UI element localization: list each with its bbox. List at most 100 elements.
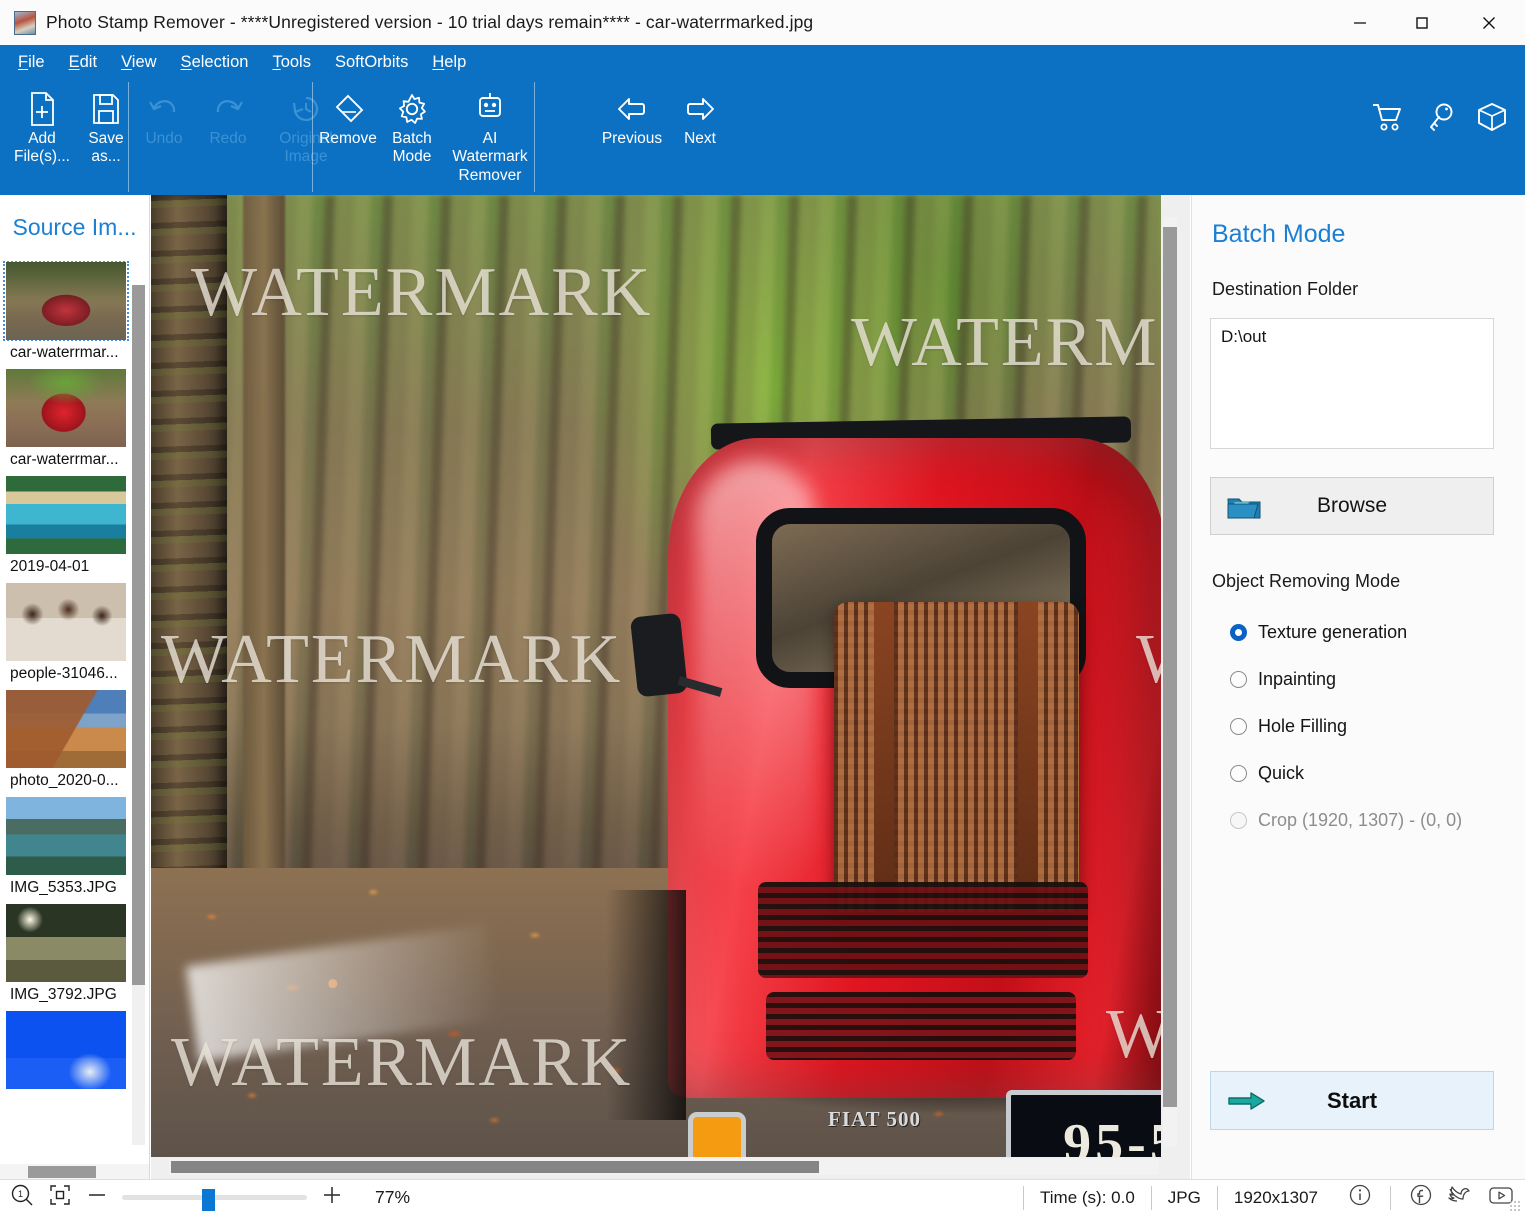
add-files-label: Add File(s)... xyxy=(14,130,70,166)
mode-option-texture-generation[interactable]: Texture generation xyxy=(1210,622,1507,643)
mode-option-inpainting[interactable]: Inpainting xyxy=(1210,669,1507,690)
thumbnail-item-5[interactable]: IMG_5353.JPG xyxy=(4,797,132,902)
redo-label: Redo xyxy=(209,130,247,147)
close-button[interactable] xyxy=(1453,0,1525,45)
thumbnail-item-3[interactable]: people-31046... xyxy=(4,583,132,688)
key-icon[interactable] xyxy=(1425,102,1455,137)
car-fiat-badge: FIAT 500 xyxy=(828,1107,921,1131)
mode-label: Hole Filling xyxy=(1258,716,1348,736)
twitter-icon[interactable] xyxy=(1447,1183,1473,1212)
previous-button[interactable]: Previous xyxy=(600,80,664,148)
sidebar-horizontal-scroll-thumb[interactable] xyxy=(28,1166,96,1178)
mode-label: Texture generation xyxy=(1258,622,1408,642)
thumbnail-image xyxy=(6,690,126,768)
radio-icon[interactable] xyxy=(1230,718,1247,735)
sidebar-title: Source Im... xyxy=(12,214,137,240)
robot-icon xyxy=(473,88,507,130)
menu-softorbits[interactable]: SoftOrbits xyxy=(335,53,408,72)
toolbar-separator-3 xyxy=(534,82,535,192)
car-tail-light xyxy=(688,1112,746,1157)
thumbnail-label: 2019-04-01 xyxy=(10,558,90,575)
mode-option-quick[interactable]: Quick xyxy=(1210,763,1507,784)
maximize-button[interactable] xyxy=(1391,0,1453,45)
canvas-horizontal-scroll-thumb[interactable] xyxy=(171,1161,819,1173)
add-files-button[interactable]: Add File(s)... xyxy=(10,80,74,167)
car-rear-assembly: FIAT 500 95-59 19 NL 69 xyxy=(606,1060,1161,1157)
canvas-vertical-scrollbar[interactable] xyxy=(1163,217,1177,1147)
thumbnail-label: car-waterrmar... xyxy=(10,344,119,361)
facebook-icon[interactable] xyxy=(1409,1183,1433,1212)
thumbnail-item-7[interactable] xyxy=(4,1011,132,1098)
info-icon[interactable] xyxy=(1348,1183,1372,1212)
radio-icon[interactable] xyxy=(1230,671,1247,688)
ai-watermark-remover-label: AI Watermark Remover xyxy=(452,130,528,184)
magnifier-one-icon[interactable]: 1 xyxy=(10,1183,34,1212)
status-icon-group xyxy=(1334,1183,1515,1212)
image-canvas-pane: FIAT 500 95-59 19 NL 69 WATERMARK WATERM xyxy=(151,195,1190,1180)
sidebar-vertical-scroll-thumb[interactable] xyxy=(132,285,145,985)
remove-button[interactable]: Remove xyxy=(316,80,380,148)
thumbnail-list[interactable]: car-waterrmar... car-waterrmar... 2019-0… xyxy=(0,260,149,1140)
batch-mode-button[interactable]: Batch Mode xyxy=(380,80,444,167)
thumbnail-label: car-waterrmar... xyxy=(10,451,119,468)
thumbnail-image xyxy=(6,797,126,875)
menu-bar: FFileile Edit View Selection Tools SoftO… xyxy=(0,45,1525,80)
canvas-vertical-scroll-thumb[interactable] xyxy=(1163,227,1177,1107)
radio-icon[interactable] xyxy=(1230,765,1247,782)
car-engine-grille-upper xyxy=(758,882,1088,978)
cart-icon[interactable] xyxy=(1371,102,1403,137)
zoom-slider-handle[interactable] xyxy=(202,1188,215,1211)
radio-icon[interactable] xyxy=(1230,624,1247,641)
menu-edit[interactable]: Edit xyxy=(69,53,97,72)
zoom-in-button[interactable] xyxy=(321,1184,343,1211)
thumbnail-label xyxy=(4,1089,132,1098)
time-status: Time (s): 0.0 xyxy=(1023,1185,1151,1210)
start-button[interactable]: Start xyxy=(1210,1071,1494,1130)
browse-button-label: Browse xyxy=(1316,494,1388,517)
menu-view[interactable]: View xyxy=(121,53,156,72)
save-as-label: Save as... xyxy=(88,130,124,166)
resize-grip[interactable] xyxy=(1509,1200,1521,1212)
basket-strap-right xyxy=(1018,602,1038,918)
box-icon[interactable] xyxy=(1477,102,1507,137)
thumbnail-item-4[interactable]: photo_2020-0... xyxy=(4,690,132,795)
toolbar: Add File(s)... Save as... Undo Redo Orig… xyxy=(0,80,1525,195)
zoom-slider[interactable] xyxy=(122,1188,307,1211)
radio-icon xyxy=(1230,812,1247,829)
next-button[interactable]: Next xyxy=(668,80,732,148)
minimize-button[interactable] xyxy=(1329,0,1391,45)
app-icon xyxy=(14,10,36,35)
thumbnail-item-1[interactable]: car-waterrmar... xyxy=(4,369,132,474)
ai-watermark-remover-button[interactable]: AI Watermark Remover xyxy=(444,80,536,185)
thumbnail-image xyxy=(6,583,126,661)
menu-file[interactable]: FFileile xyxy=(18,53,45,72)
image-viewport[interactable]: FIAT 500 95-59 19 NL 69 WATERMARK WATERM xyxy=(151,195,1161,1157)
browse-button[interactable]: Browse xyxy=(1210,477,1494,535)
redo-button[interactable]: Redo xyxy=(196,80,260,148)
thumbnail-item-0[interactable]: car-waterrmar... xyxy=(3,261,132,367)
thumbnail-item-6[interactable]: IMG_3792.JPG xyxy=(4,904,132,1009)
window-controls xyxy=(1329,0,1525,45)
zoom-out-button[interactable] xyxy=(86,1184,108,1211)
sidebar-vertical-scrollbar[interactable] xyxy=(132,285,145,1145)
start-button-label: Start xyxy=(1326,1087,1378,1113)
sidebar-horizontal-scrollbar[interactable] xyxy=(0,1164,149,1180)
menu-help[interactable]: Help xyxy=(432,53,466,72)
batch-mode-title: Batch Mode xyxy=(1212,220,1346,248)
fit-to-screen-icon[interactable] xyxy=(48,1183,72,1212)
menu-selection[interactable]: Selection xyxy=(181,53,249,72)
folder-icon xyxy=(1227,494,1261,526)
thumbnail-image xyxy=(6,476,126,554)
mode-option-hole-filling[interactable]: Hole Filling xyxy=(1210,716,1507,737)
photo-trunk-foreground xyxy=(151,195,227,946)
canvas-horizontal-scrollbar[interactable] xyxy=(169,1159,1159,1175)
thumbnail-label: photo_2020-0... xyxy=(10,772,119,789)
next-label: Next xyxy=(684,130,716,147)
thumbnail-item-2[interactable]: 2019-04-01 xyxy=(4,476,132,581)
batch-mode-label: Batch Mode xyxy=(392,130,432,166)
undo-icon xyxy=(147,88,181,130)
redo-icon xyxy=(211,88,245,130)
undo-button[interactable]: Undo xyxy=(132,80,196,148)
destination-folder-input[interactable]: D:\out xyxy=(1210,318,1494,449)
menu-tools[interactable]: Tools xyxy=(272,53,311,72)
